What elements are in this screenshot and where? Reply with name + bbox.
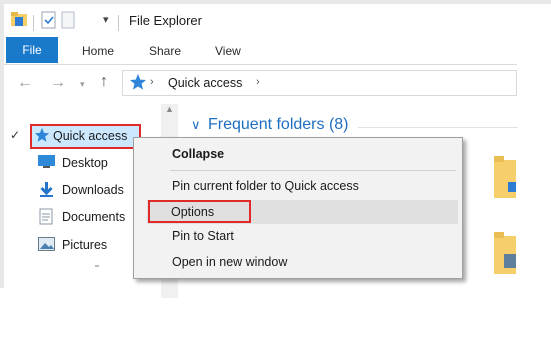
properties-icon[interactable] (41, 11, 56, 34)
tab-home[interactable]: Home (82, 44, 114, 58)
menu-item-open-in-new-window[interactable]: Open in new window (172, 255, 287, 269)
truncated-item (95, 265, 99, 267)
nav-item-desktop[interactable]: Desktop (62, 156, 108, 170)
menu-item-pin-to-start[interactable]: Pin to Start (172, 229, 234, 243)
expand-chevron-icon[interactable]: ✓ (10, 128, 20, 142)
desktop-icon (38, 155, 55, 174)
menu-item-options-label: Options (171, 205, 215, 219)
customize-qat-dropdown-icon[interactable]: ▾ (103, 13, 109, 26)
ribbon-tab-bar (4, 37, 517, 65)
folder-thumbnail-icon[interactable] (494, 156, 516, 200)
back-arrow-icon[interactable]: ← (17, 74, 33, 92)
title-bar: ▾ File Explorer (4, 4, 517, 36)
quick-access-star-icon (129, 73, 147, 96)
tab-file[interactable]: File (6, 37, 58, 63)
group-header-divider (358, 127, 518, 128)
nav-item-downloads[interactable]: Downloads (62, 183, 124, 197)
window-title: File Explorer (129, 13, 202, 28)
menu-separator (170, 170, 456, 171)
group-collapse-chevron-icon[interactable]: ∨ (191, 117, 201, 133)
pictures-icon (38, 237, 55, 256)
nav-item-documents[interactable]: Documents (62, 210, 125, 224)
qat-separator (118, 15, 119, 31)
documents-icon (39, 208, 53, 230)
recent-locations-icon[interactable]: ▾ (80, 79, 85, 90)
folder-thumbnail-icon[interactable] (494, 232, 516, 276)
breadcrumb-chevron-icon[interactable]: › (150, 76, 154, 88)
group-header-frequent-folders[interactable]: Frequent folders (8) (208, 116, 349, 134)
qat-separator (33, 15, 34, 31)
breadcrumb-chevron-icon[interactable]: › (256, 76, 260, 88)
scroll-up-icon[interactable]: ▲ (165, 104, 174, 114)
nav-item-pictures[interactable]: Pictures (62, 238, 107, 252)
tab-view[interactable]: View (215, 44, 241, 58)
menu-item-collapse[interactable]: Collapse (172, 147, 224, 161)
up-arrow-icon[interactable]: ↑ (100, 73, 108, 91)
forward-arrow-icon[interactable]: → (50, 74, 66, 92)
new-folder-icon[interactable] (61, 11, 75, 34)
tab-share[interactable]: Share (149, 44, 181, 58)
explorer-app-icon (10, 11, 28, 32)
menu-item-pin-to-quick-access[interactable]: Pin current folder to Quick access (172, 179, 359, 193)
download-icon (38, 181, 55, 203)
nav-item-label: Quick access (53, 129, 128, 143)
star-icon (34, 127, 50, 148)
breadcrumb-quick-access[interactable]: Quick access (168, 76, 242, 90)
